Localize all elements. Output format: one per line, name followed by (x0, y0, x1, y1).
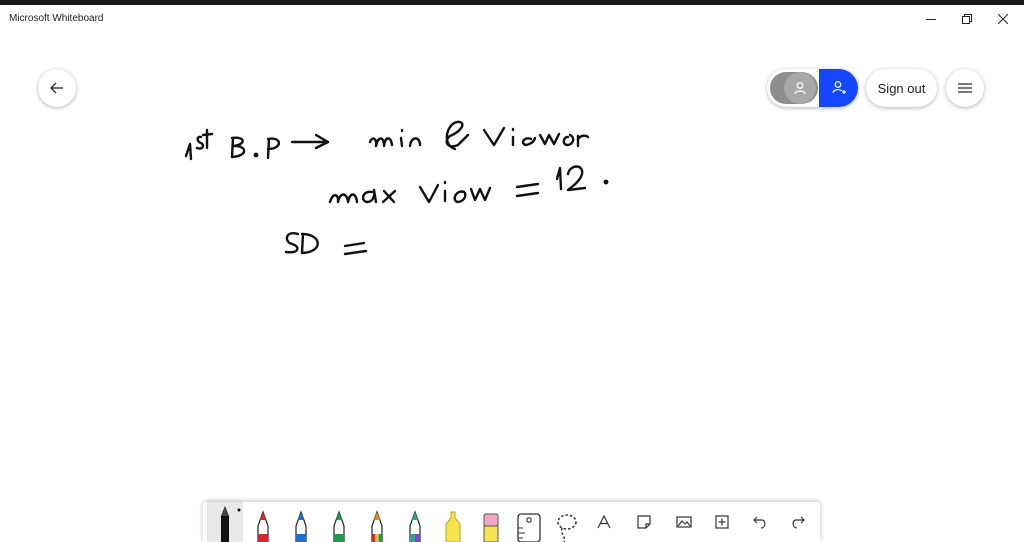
undo-button[interactable] (745, 502, 775, 542)
ink-stroke-line-3 (284, 232, 368, 256)
text-tool[interactable] (589, 502, 619, 542)
highlighter-icon (445, 511, 461, 542)
text-icon (597, 515, 611, 529)
pen-icon (409, 510, 421, 542)
ink-layer (184, 120, 609, 256)
add-tool[interactable] (707, 502, 737, 542)
blue-pen-tool[interactable] (283, 502, 319, 542)
eraser-tool[interactable] (473, 502, 509, 542)
bottom-toolbar (203, 502, 820, 542)
whiteboard-canvas[interactable]: 1st B.P → min & viewer max view = 12. SD… (0, 32, 1024, 500)
ruler-icon (517, 513, 541, 542)
image-tool[interactable] (669, 502, 699, 542)
lasso-icon (557, 514, 577, 542)
selected-dot-icon (237, 508, 241, 512)
rainbow-pen-tool[interactable] (359, 502, 395, 542)
redo-button[interactable] (783, 502, 813, 542)
ink-stroke-line-2 (328, 165, 609, 204)
galaxy-pen-tool[interactable] (397, 502, 433, 542)
close-icon (998, 13, 1008, 24)
pen-icon (371, 510, 383, 542)
eraser-icon (483, 513, 499, 542)
pen-icon (221, 506, 229, 542)
title-bar: Microsoft Whiteboard (0, 5, 1024, 32)
green-pen-tool[interactable] (321, 502, 357, 542)
restore-icon (962, 13, 972, 24)
pen-icon (257, 510, 269, 542)
lasso-tool[interactable] (549, 502, 585, 542)
ink-stroke-line-1 (184, 120, 590, 161)
redo-icon (792, 516, 805, 529)
ruler-tool[interactable] (511, 502, 547, 542)
minimize-icon (926, 18, 936, 20)
highlighter-tool[interactable] (435, 502, 471, 542)
close-button[interactable] (984, 5, 1022, 32)
image-icon (676, 516, 692, 528)
black-pen-tool[interactable] (207, 502, 243, 542)
undo-icon (753, 516, 766, 529)
minimize-button[interactable] (912, 5, 950, 32)
add-icon (715, 515, 729, 529)
note-icon (637, 515, 651, 529)
pen-icon (295, 510, 307, 542)
app-title: Microsoft Whiteboard (9, 13, 104, 24)
note-tool[interactable] (629, 502, 659, 542)
pen-icon (333, 510, 345, 542)
red-pen-tool[interactable] (245, 502, 281, 542)
restore-button[interactable] (948, 5, 986, 32)
